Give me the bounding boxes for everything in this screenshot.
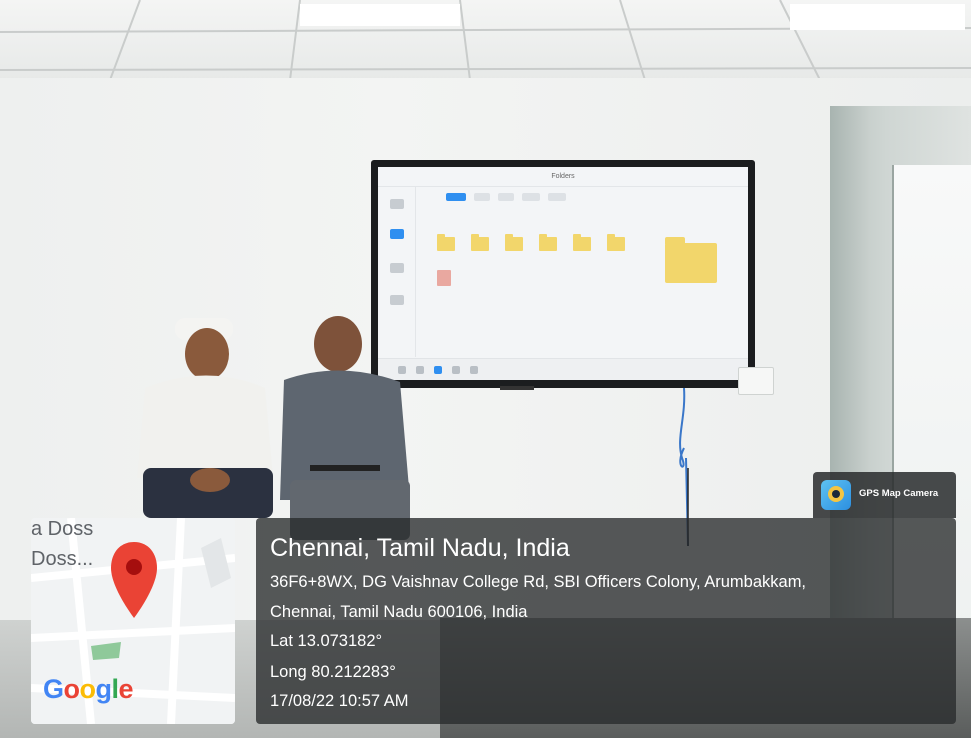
address-line-2: Chennai, Tamil Nadu 600106, India <box>270 603 528 621</box>
folder-icon <box>573 234 591 251</box>
person-left <box>137 318 273 518</box>
timestamp: 17/08/22 10:57 AM <box>270 692 409 710</box>
location-info-panel: Chennai, Tamil Nadu, India 36F6+8WX, DG … <box>256 518 956 724</box>
tv-taskbar <box>378 358 748 380</box>
google-logo: Google <box>43 674 134 705</box>
folder-icon <box>505 234 523 251</box>
latitude: Lat 13.073182° <box>270 632 383 650</box>
address-line-1: 36F6+8WX, DG Vaishnav College Rd, SBI Of… <box>270 573 807 591</box>
tv-mount <box>500 386 534 390</box>
folder-icon <box>437 234 455 251</box>
google-logo-text: Google <box>43 674 134 704</box>
tv-tab <box>548 193 566 201</box>
map-thumbnail[interactable]: a Doss Doss... Google <box>31 518 235 724</box>
folder-icon <box>471 234 489 251</box>
location-title: Chennai, Tamil Nadu, India <box>270 534 570 562</box>
tv-tab <box>498 193 514 201</box>
ceiling-grid <box>0 0 971 80</box>
tv-sidebar-icon-active <box>390 229 404 239</box>
longitude: Long 80.212283° <box>270 663 396 681</box>
tv-sidebar-icon <box>390 199 404 209</box>
gps-badge-label: GPS Map Camera <box>859 488 939 499</box>
tv-tab <box>522 193 540 201</box>
folder-icon <box>607 234 625 251</box>
taskbar-icon <box>470 366 478 374</box>
tv-sidebar-icon <box>390 295 404 305</box>
wall-socket <box>738 367 774 395</box>
location-pin-icon <box>111 542 157 618</box>
large-folder-icon <box>665 237 717 283</box>
document-icon <box>437 270 451 286</box>
tv-tab-active <box>446 193 466 201</box>
map-street-label: Doss... <box>31 548 94 570</box>
tv-window-title: Folders <box>378 167 748 187</box>
folder-icon <box>539 234 557 251</box>
gps-map-camera-badge: GPS Map Camera <box>813 472 956 518</box>
person-right <box>280 316 410 540</box>
gps-map-camera-icon <box>821 480 851 510</box>
taskbar-icon <box>452 366 460 374</box>
tv-sidebar-icon <box>390 263 404 273</box>
taskbar-icon-active <box>434 366 442 374</box>
map-street-label: a Doss <box>31 518 94 540</box>
ceiling <box>0 0 971 80</box>
tv-tab <box>474 193 490 201</box>
tv-screen: Folders <box>378 167 748 380</box>
